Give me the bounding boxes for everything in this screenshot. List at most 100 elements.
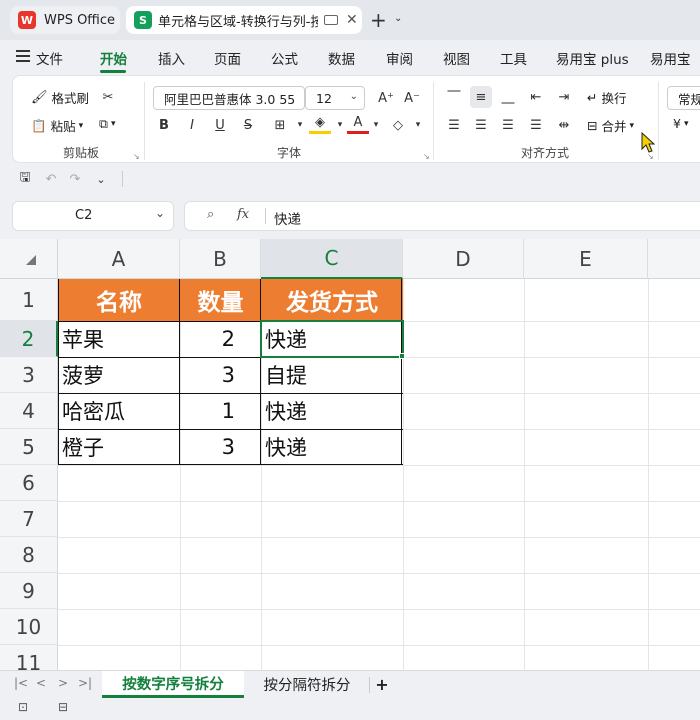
formula-bar[interactable]: ⌕ fx 快递 — [184, 201, 700, 231]
cell-c1[interactable]: 发货方式 — [261, 279, 403, 321]
wrap-text-button[interactable]: ↵ 换行 — [587, 88, 627, 107]
paste-button[interactable]: 📋 粘贴 ▾ — [31, 116, 83, 135]
row-header-10[interactable]: 10 — [0, 609, 58, 645]
function-icon[interactable]: fx — [237, 207, 249, 222]
copy-button[interactable]: ⧉ ▾ — [99, 116, 115, 132]
select-all-corner[interactable] — [0, 239, 58, 279]
menu-file[interactable]: 文件 — [36, 48, 63, 68]
menu-yiyongbao[interactable]: 易用宝 — [650, 48, 691, 68]
window-icon[interactable] — [324, 15, 338, 25]
align-bottom-icon[interactable]: ⎽ — [497, 86, 519, 108]
cell-a3[interactable]: 菠萝 — [58, 357, 180, 393]
fill-color-icon[interactable]: ◈ — [309, 114, 331, 134]
undo-icon[interactable]: ↶ — [40, 168, 62, 190]
add-sheet-button[interactable]: + — [372, 671, 392, 698]
cell-b2[interactable]: 2 — [180, 321, 261, 357]
underline-icon[interactable]: U — [209, 114, 231, 136]
decrease-font-icon[interactable]: A⁻ — [401, 87, 423, 109]
borders-icon[interactable]: ⊞ — [269, 114, 291, 136]
cell-a4[interactable]: 哈密瓜 — [58, 393, 180, 429]
menu-review[interactable]: 审阅 — [386, 48, 413, 68]
new-tab-plus-icon[interactable]: + — [370, 8, 387, 32]
increase-font-icon[interactable]: A⁺ — [375, 87, 397, 109]
column-header-f[interactable] — [648, 239, 700, 279]
hamburger-icon[interactable] — [16, 50, 30, 62]
cell-c5[interactable]: 快递 — [261, 429, 403, 465]
row-header-5[interactable]: 5 — [0, 429, 58, 465]
column-header-a[interactable]: A — [58, 239, 180, 279]
sheet-tab[interactable]: 按分隔符拆分 — [246, 671, 368, 698]
align-right-icon[interactable]: ☰ — [497, 114, 519, 136]
font-name-select[interactable]: 阿里巴巴普惠体 3.0 55 — [153, 86, 305, 110]
increase-indent-icon[interactable]: ⇥ — [553, 86, 575, 108]
redo-icon[interactable]: ↷ — [64, 168, 86, 190]
chevron-down-icon[interactable]: ▾ — [289, 114, 311, 136]
tab-document[interactable]: S 单元格与区域-转换行与列-按 ✕ — [126, 6, 362, 34]
menu-yiyongbao-plus[interactable]: 易用宝 plus — [556, 48, 629, 68]
row-header-7[interactable]: 7 — [0, 501, 58, 537]
cell-a1[interactable]: 名称 — [58, 279, 180, 321]
sheet-list-icon[interactable]: ⊟ — [58, 700, 68, 714]
cell-b1[interactable]: 数量 — [180, 279, 261, 321]
justify-icon[interactable]: ☰ — [525, 114, 547, 136]
save-icon[interactable]: 🖫 — [14, 168, 36, 190]
cell-c3[interactable]: 自提 — [261, 357, 403, 393]
row-header-2[interactable]: 2 — [0, 321, 58, 357]
column-header-b[interactable]: B — [180, 239, 261, 279]
chevron-down-icon[interactable]: ▾ — [407, 114, 429, 136]
chevron-down-icon[interactable]: ⌄ — [155, 206, 165, 220]
dialog-launcher-icon[interactable]: ↘ — [133, 152, 140, 161]
name-box[interactable]: C2 ⌄ — [12, 201, 174, 231]
spreadsheet-grid[interactable]: A B C D E 1 2 3 4 5 6 7 8 9 10 11 名称 数量 … — [0, 239, 700, 670]
menu-data[interactable]: 数据 — [328, 48, 355, 68]
eraser-icon[interactable]: ◇ — [387, 114, 409, 136]
last-sheet-icon[interactable]: >| — [78, 676, 92, 690]
next-sheet-icon[interactable]: > — [58, 676, 68, 690]
chevron-down-icon[interactable]: ⌄ — [394, 13, 402, 24]
align-middle-icon[interactable]: ≡ — [470, 86, 492, 108]
zoom-search-icon[interactable]: ⌕ — [207, 207, 214, 222]
cell-b4[interactable]: 1 — [180, 393, 261, 429]
column-header-d[interactable]: D — [403, 239, 524, 279]
tab-wps-home[interactable]: W WPS Office — [10, 6, 120, 34]
row-header-6[interactable]: 6 — [0, 465, 58, 501]
row-header-11[interactable]: 11 — [0, 645, 58, 670]
font-size-select[interactable]: 12 ⌄ — [305, 86, 365, 110]
column-header-c[interactable]: C — [261, 239, 403, 279]
macro-record-icon[interactable]: ⊡ — [18, 700, 28, 714]
column-header-e[interactable]: E — [524, 239, 648, 279]
align-center-icon[interactable]: ☰ — [470, 114, 492, 136]
dialog-launcher-icon[interactable]: ↘ — [423, 152, 430, 161]
currency-button[interactable]: ¥ ▾ — [673, 116, 688, 131]
format-painter-button[interactable]: 🖌 格式刷 — [31, 88, 89, 107]
menu-home[interactable]: 开始 — [100, 48, 127, 68]
row-header-1[interactable]: 1 — [0, 279, 58, 321]
cell-a2[interactable]: 苹果 — [58, 321, 180, 357]
fill-handle[interactable] — [399, 353, 405, 359]
menu-formula[interactable]: 公式 — [271, 48, 298, 68]
number-format-select[interactable]: 常规 — [667, 86, 700, 110]
first-sheet-icon[interactable]: |< — [14, 676, 28, 690]
chevron-down-icon[interactable]: ⌄ — [90, 168, 112, 190]
menu-page[interactable]: 页面 — [214, 48, 241, 68]
strikethrough-icon[interactable]: S — [237, 114, 259, 136]
scissors-icon[interactable]: ✂ — [97, 86, 119, 108]
menu-insert[interactable]: 插入 — [158, 48, 185, 68]
row-header-8[interactable]: 8 — [0, 537, 58, 573]
align-left-icon[interactable]: ☰ — [443, 114, 465, 136]
row-header-4[interactable]: 4 — [0, 393, 58, 429]
decrease-indent-icon[interactable]: ⇤ — [525, 86, 547, 108]
bold-icon[interactable]: B — [153, 114, 175, 136]
cell-b5[interactable]: 3 — [180, 429, 261, 465]
merge-button[interactable]: ⊟ 合并 ▾ — [587, 116, 634, 135]
menu-tools[interactable]: 工具 — [500, 48, 527, 68]
align-top-icon[interactable]: ⎺ — [443, 86, 465, 108]
italic-icon[interactable]: I — [181, 114, 203, 136]
sheet-tab-active[interactable]: 按数字序号拆分 — [102, 671, 244, 698]
menu-view[interactable]: 视图 — [443, 48, 470, 68]
chevron-down-icon[interactable]: ▾ — [365, 114, 387, 136]
cell-a5[interactable]: 橙子 — [58, 429, 180, 465]
row-header-9[interactable]: 9 — [0, 573, 58, 609]
prev-sheet-icon[interactable]: < — [36, 676, 46, 690]
close-tab-icon[interactable]: ✕ — [346, 12, 358, 28]
